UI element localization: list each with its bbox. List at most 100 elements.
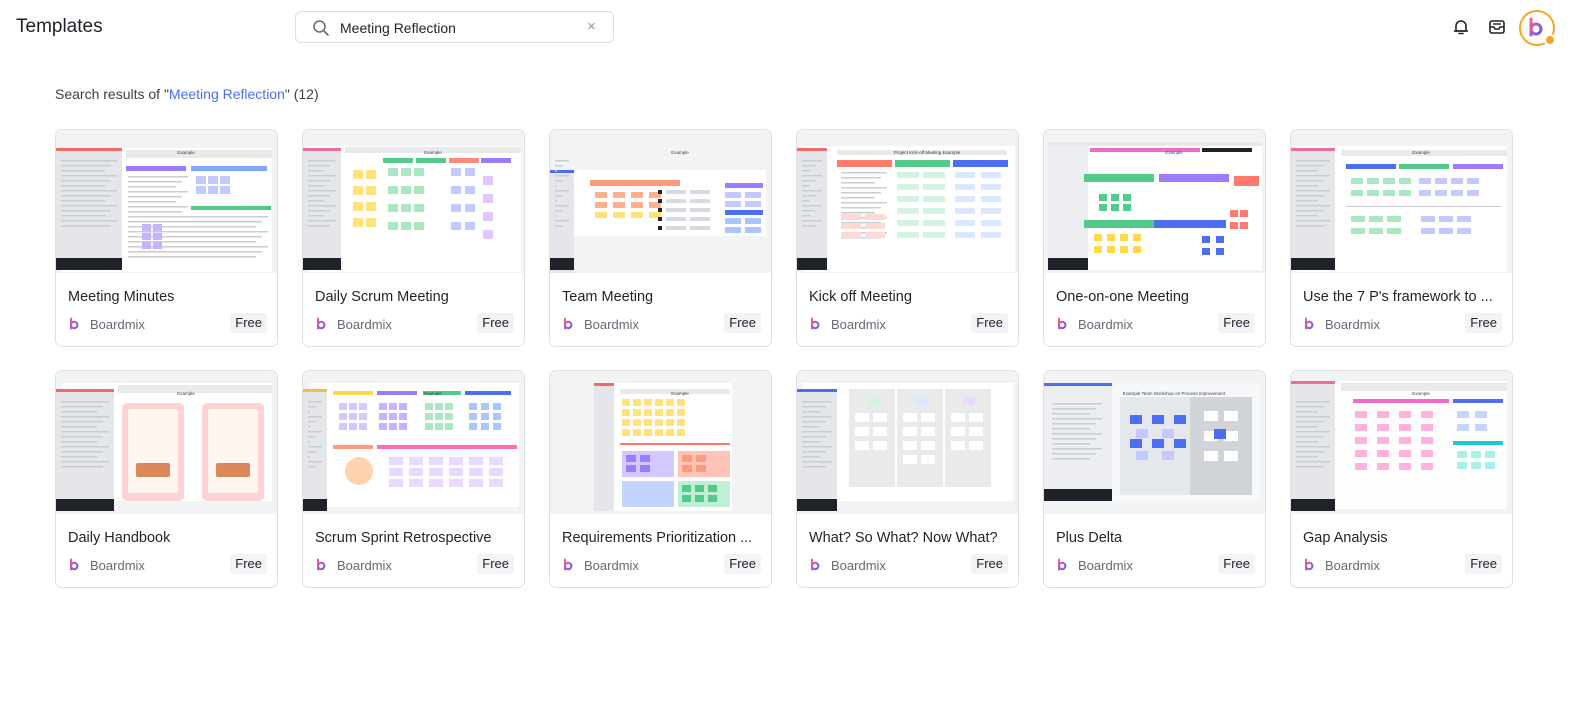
- results-prefix: Search results of ": [55, 86, 169, 102]
- template-title[interactable]: Daily Scrum Meeting: [315, 289, 510, 305]
- boardmix-logo-icon: [317, 317, 326, 330]
- template-thumbnail[interactable]: Example: [56, 371, 277, 514]
- template-author: Boardmix: [68, 557, 145, 573]
- template-title[interactable]: Meeting Minutes: [68, 289, 263, 305]
- page-title: Templates: [16, 16, 103, 37]
- thumbnail-label: Example: [1412, 150, 1430, 155]
- search-box[interactable]: ×: [295, 11, 614, 43]
- price-badge: Free: [1218, 313, 1255, 333]
- template-thumbnail[interactable]: Example: [550, 371, 771, 514]
- template-card[interactable]: Example Daily Scrum Meeting Boardmix Fre…: [302, 129, 525, 347]
- boardmix-logo-icon: [811, 317, 820, 330]
- template-title[interactable]: Requirements Prioritization ...: [562, 530, 757, 546]
- boardmix-logo-icon: [564, 317, 573, 330]
- status-dot: [1544, 34, 1556, 46]
- price-badge: Free: [1465, 554, 1502, 574]
- thumbnail-label: Example: [671, 391, 689, 396]
- template-card[interactable]: Example Scrum Sprint Retrospective Board…: [302, 370, 525, 588]
- template-title[interactable]: Scrum Sprint Retrospective: [315, 530, 510, 546]
- top-bar: Templates ×: [0, 0, 1570, 54]
- template-author: Boardmix: [68, 316, 145, 332]
- boardmix-logo-icon: [1058, 558, 1067, 571]
- author-name: Boardmix: [584, 557, 639, 573]
- template-thumbnail[interactable]: Example: [1291, 371, 1512, 514]
- boardmix-logo-icon: [811, 558, 820, 571]
- template-thumbnail[interactable]: Example: [550, 130, 771, 273]
- template-thumbnail[interactable]: Example: [56, 130, 277, 273]
- boardmix-logo-icon: [1058, 317, 1067, 330]
- boardmix-logo-icon: [70, 317, 79, 330]
- price-badge: Free: [724, 554, 761, 574]
- template-author: Boardmix: [562, 316, 639, 332]
- template-thumbnail[interactable]: Project Kick-off Meeting Example: [797, 130, 1018, 273]
- author-name: Boardmix: [1078, 557, 1133, 573]
- price-badge: Free: [477, 554, 514, 574]
- template-author: Boardmix: [1303, 557, 1380, 573]
- template-card[interactable]: Example One-on-one Meeting Boardmix Free: [1043, 129, 1266, 347]
- template-card[interactable]: Example Team Workshop on Process Improve…: [1043, 370, 1266, 588]
- boardmix-logo-icon: [564, 558, 573, 571]
- price-badge: Free: [230, 554, 267, 574]
- inbox-icon[interactable]: [1487, 17, 1507, 37]
- results-suffix: " (12): [284, 86, 319, 102]
- template-author: Boardmix: [1303, 316, 1380, 332]
- template-thumbnail[interactable]: Example Team Workshop on Process Improve…: [1044, 371, 1265, 514]
- template-title[interactable]: Plus Delta: [1056, 530, 1251, 546]
- thumbnail-label: Project Kick-off Meeting Example: [894, 150, 961, 155]
- template-thumbnail[interactable]: Example: [1044, 130, 1265, 273]
- template-title[interactable]: Kick off Meeting: [809, 289, 1004, 305]
- author-name: Boardmix: [337, 316, 392, 332]
- results-query[interactable]: Meeting Reflection: [169, 86, 285, 102]
- template-thumbnail[interactable]: Example: [1291, 130, 1512, 273]
- thumbnail-label: Example: [424, 150, 442, 155]
- template-author: Boardmix: [809, 557, 886, 573]
- price-badge: Free: [971, 313, 1008, 333]
- boardmix-logo-icon: [1305, 558, 1314, 571]
- search-icon: [313, 20, 329, 36]
- author-name: Boardmix: [584, 316, 639, 332]
- template-title[interactable]: One-on-one Meeting: [1056, 289, 1251, 305]
- thumbnail-label: Example Team Workshop on Process Improve…: [1123, 391, 1226, 396]
- author-name: Boardmix: [337, 557, 392, 573]
- template-thumbnail[interactable]: Example: [303, 130, 524, 273]
- clear-search-button[interactable]: ×: [587, 19, 599, 34]
- price-badge: Free: [230, 313, 267, 333]
- template-title[interactable]: Use the 7 P's framework to ...: [1303, 289, 1498, 305]
- search-input[interactable]: [340, 17, 580, 39]
- template-card[interactable]: Example Use the 7 P's framework to ... B…: [1290, 129, 1513, 347]
- boardmix-logo-icon: [70, 558, 79, 571]
- template-title[interactable]: Daily Handbook: [68, 530, 263, 546]
- thumbnail-label: Example: [1412, 391, 1430, 396]
- author-name: Boardmix: [1325, 316, 1380, 332]
- template-thumbnail[interactable]: [797, 371, 1018, 514]
- template-author: Boardmix: [562, 557, 639, 573]
- bell-icon[interactable]: [1451, 17, 1471, 37]
- price-badge: Free: [1218, 554, 1255, 574]
- template-card[interactable]: Example Gap Analysis Boardmix Free: [1290, 370, 1513, 588]
- template-title[interactable]: What? So What? Now What?: [809, 530, 1004, 546]
- thumbnail-label: Example: [424, 391, 442, 396]
- search-results-summary: Search results of "Meeting Reflection" (…: [55, 86, 319, 102]
- template-title[interactable]: Gap Analysis: [1303, 530, 1498, 546]
- author-name: Boardmix: [90, 316, 145, 332]
- price-badge: Free: [724, 313, 761, 333]
- boardmix-logo-icon: [317, 558, 326, 571]
- template-author: Boardmix: [315, 557, 392, 573]
- author-name: Boardmix: [90, 557, 145, 573]
- price-badge: Free: [1465, 313, 1502, 333]
- template-card[interactable]: Example Daily Handbook Boardmix Free: [55, 370, 278, 588]
- template-card[interactable]: Example Team Meeting Boardmix Free: [549, 129, 772, 347]
- price-badge: Free: [971, 554, 1008, 574]
- price-badge: Free: [477, 313, 514, 333]
- boardmix-logo-icon: [1305, 317, 1314, 330]
- author-name: Boardmix: [831, 557, 886, 573]
- template-title[interactable]: Team Meeting: [562, 289, 757, 305]
- template-card[interactable]: Project Kick-off Meeting Example Kick of…: [796, 129, 1019, 347]
- template-card[interactable]: Example Requirements Prioritization ... …: [549, 370, 772, 588]
- thumbnail-label: Example: [671, 150, 689, 155]
- avatar[interactable]: [1519, 10, 1556, 46]
- template-card[interactable]: What? So What? Now What? Boardmix Free: [796, 370, 1019, 588]
- template-card[interactable]: Example Meeting Minutes Boardmix Free: [55, 129, 278, 347]
- author-name: Boardmix: [1078, 316, 1133, 332]
- template-thumbnail[interactable]: Example: [303, 371, 524, 514]
